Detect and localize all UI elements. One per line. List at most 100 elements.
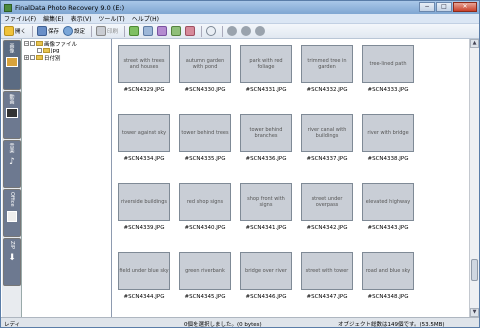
sort-button[interactable] bbox=[156, 25, 168, 37]
thumbnail-item[interactable]: tower behind trees #SCN4335.JPG bbox=[175, 110, 235, 172]
thumbnail-image[interactable]: riverside buildings bbox=[118, 183, 170, 221]
tab-zip[interactable]: ZIP ⬇ bbox=[3, 238, 21, 286]
thumbnail-image[interactable]: green riverbank bbox=[179, 252, 231, 290]
thumbnail-item[interactable]: river canal with buildings #SCN4337.JPG bbox=[297, 110, 357, 172]
thumbnail-caption: #SCN4344.JPG bbox=[123, 294, 165, 300]
thumbnail-image[interactable]: road and blue sky bbox=[362, 252, 414, 290]
checkbox[interactable] bbox=[37, 48, 42, 53]
thumbnail-item[interactable]: green riverbank #SCN4345.JPG bbox=[175, 248, 235, 310]
thumbnail-item[interactable]: field under blue sky #SCN4344.JPG bbox=[114, 248, 174, 310]
settings-button[interactable]: 設定 bbox=[62, 25, 86, 37]
play-button[interactable] bbox=[226, 25, 238, 37]
view-thumbnail-button[interactable] bbox=[128, 25, 140, 37]
scroll-down-arrow-icon[interactable]: ▼ bbox=[470, 308, 479, 317]
menu-tools[interactable]: ツール(T) bbox=[98, 14, 124, 23]
thumbnail-image[interactable]: shop front with signs bbox=[240, 183, 292, 221]
grid-icon bbox=[185, 26, 196, 36]
tree-item-jpg[interactable]: jpg bbox=[22, 47, 111, 54]
zoom-button[interactable] bbox=[205, 25, 217, 37]
print-button[interactable]: 印刷 bbox=[95, 25, 119, 37]
grid-button[interactable] bbox=[184, 25, 196, 37]
thumbnail-item[interactable]: street with tower #SCN4347.JPG bbox=[297, 248, 357, 310]
thumbnail-image[interactable]: elevated highway bbox=[362, 183, 414, 221]
thumbnail-view-icon bbox=[129, 26, 140, 36]
thumbnail-grid: street with trees and houses #SCN4329.JPG… bbox=[112, 39, 469, 317]
stop-button[interactable] bbox=[254, 25, 266, 37]
menu-view[interactable]: 表示(V) bbox=[71, 14, 92, 23]
thumbnail-item[interactable]: tree-lined path #SCN4333.JPG bbox=[358, 41, 418, 103]
thumbnail-image[interactable]: bridge over river bbox=[240, 252, 292, 290]
open-button[interactable]: 開く bbox=[3, 25, 27, 37]
menu-file[interactable]: ファイル(F) bbox=[4, 14, 36, 23]
expand-icon[interactable]: + bbox=[24, 55, 29, 60]
checkbox[interactable] bbox=[30, 41, 35, 46]
thumbnail-image[interactable]: street with trees and houses bbox=[118, 45, 170, 83]
thumbnail-caption: #SCN4336.JPG bbox=[245, 156, 287, 162]
tab-images[interactable]: 画像 bbox=[3, 40, 21, 90]
tab-office[interactable]: Office bbox=[3, 189, 21, 237]
save-button[interactable]: 保存 bbox=[36, 25, 60, 37]
tab-music[interactable]: 音楽 ♪ bbox=[3, 140, 21, 188]
view-detail-button[interactable] bbox=[142, 25, 154, 37]
menu-help[interactable]: ヘルプ(H) bbox=[132, 14, 159, 23]
thumbnail-image[interactable]: river with bridge bbox=[362, 114, 414, 152]
thumbnail-item[interactable]: tower behind branches #SCN4336.JPG bbox=[236, 110, 296, 172]
thumbnail-image[interactable]: tower behind branches bbox=[240, 114, 292, 152]
magnifier-icon bbox=[206, 26, 217, 36]
thumbnail-image[interactable]: river canal with buildings bbox=[301, 114, 353, 152]
thumbnail-item[interactable]: street under overpass #SCN4342.JPG bbox=[297, 179, 357, 241]
thumbnail-image[interactable]: autumn garden with pond bbox=[179, 45, 231, 83]
thumbnail-item[interactable]: riverside buildings #SCN4339.JPG bbox=[114, 179, 174, 241]
close-button[interactable]: ✕ bbox=[453, 2, 477, 12]
menu-edit[interactable]: 編集(E) bbox=[43, 14, 63, 23]
thumbnail-item[interactable]: street with trees and houses #SCN4329.JPG bbox=[114, 41, 174, 103]
thumbnail-image[interactable]: tree-lined path bbox=[362, 45, 414, 83]
thumbnail-item[interactable]: park with red foliage #SCN4331.JPG bbox=[236, 41, 296, 103]
checkbox[interactable] bbox=[30, 55, 35, 60]
thumbnail-item[interactable]: road and blue sky #SCN4348.JPG bbox=[358, 248, 418, 310]
status-ready: レディ bbox=[4, 322, 21, 328]
thumbnail-image[interactable]: park with red foliage bbox=[240, 45, 292, 83]
photo-icon bbox=[6, 57, 18, 67]
folder-icon bbox=[36, 41, 43, 46]
film-icon bbox=[6, 108, 18, 118]
thumbnail-item[interactable]: tower against sky #SCN4334.JPG bbox=[114, 110, 174, 172]
title-bar[interactable]: FinalData Photo Recovery 9.0 (E:) − □ ✕ bbox=[1, 1, 479, 14]
thumbnail-item[interactable]: bridge over river #SCN4346.JPG bbox=[236, 248, 296, 310]
thumbnail-image[interactable]: field under blue sky bbox=[118, 252, 170, 290]
tree-icon bbox=[171, 26, 182, 36]
vertical-scrollbar[interactable]: ▲ ▼ bbox=[469, 39, 479, 317]
scroll-up-arrow-icon[interactable]: ▲ bbox=[470, 39, 479, 48]
maximize-button[interactable]: □ bbox=[436, 2, 452, 12]
thumbnail-image[interactable]: street with tower bbox=[301, 252, 353, 290]
window-title: FinalData Photo Recovery 9.0 (E:) bbox=[15, 3, 125, 12]
thumbnail-image[interactable]: red shop signs bbox=[179, 183, 231, 221]
thumbnail-caption: #SCN4330.JPG bbox=[184, 87, 226, 93]
thumbnail-item[interactable]: autumn garden with pond #SCN4330.JPG bbox=[175, 41, 235, 103]
thumbnail-caption: #SCN4341.JPG bbox=[245, 225, 287, 231]
thumbnail-image[interactable]: street under overpass bbox=[301, 183, 353, 221]
tab-zip-label: ZIP bbox=[9, 241, 15, 249]
thumbnail-item[interactable]: trimmed tree in garden #SCN4332.JPG bbox=[297, 41, 357, 103]
tab-video[interactable]: 動画 bbox=[3, 91, 21, 139]
expand-icon[interactable]: − bbox=[24, 41, 29, 46]
tree-item-image-files[interactable]: − 画像ファイル bbox=[22, 40, 111, 48]
thumbnail-image[interactable]: trimmed tree in garden bbox=[301, 45, 353, 83]
tree-item-by-date[interactable]: + 日付別 bbox=[22, 54, 111, 62]
thumbnail-item[interactable]: shop front with signs #SCN4341.JPG bbox=[236, 179, 296, 241]
thumbnail-item[interactable]: red shop signs #SCN4340.JPG bbox=[175, 179, 235, 241]
tree-button[interactable] bbox=[170, 25, 182, 37]
pause-button[interactable] bbox=[240, 25, 252, 37]
scroll-thumb[interactable] bbox=[471, 259, 478, 281]
minimize-button[interactable]: − bbox=[419, 2, 435, 12]
thumbnail-item[interactable]: river with bridge #SCN4338.JPG bbox=[358, 110, 418, 172]
print-icon bbox=[96, 26, 107, 36]
toolbar-separator bbox=[32, 25, 34, 37]
thumbnail-item[interactable]: elevated highway #SCN4343.JPG bbox=[358, 179, 418, 241]
thumbnail-image[interactable]: tower against sky bbox=[118, 114, 170, 152]
status-selection: 0個を選択しました。(0 bytes) bbox=[184, 322, 262, 328]
app-window: FinalData Photo Recovery 9.0 (E:) − □ ✕ … bbox=[0, 0, 480, 328]
thumbnail-caption: #SCN4342.JPG bbox=[306, 225, 348, 231]
thumbnail-caption: #SCN4332.JPG bbox=[306, 87, 348, 93]
thumbnail-image[interactable]: tower behind trees bbox=[179, 114, 231, 152]
